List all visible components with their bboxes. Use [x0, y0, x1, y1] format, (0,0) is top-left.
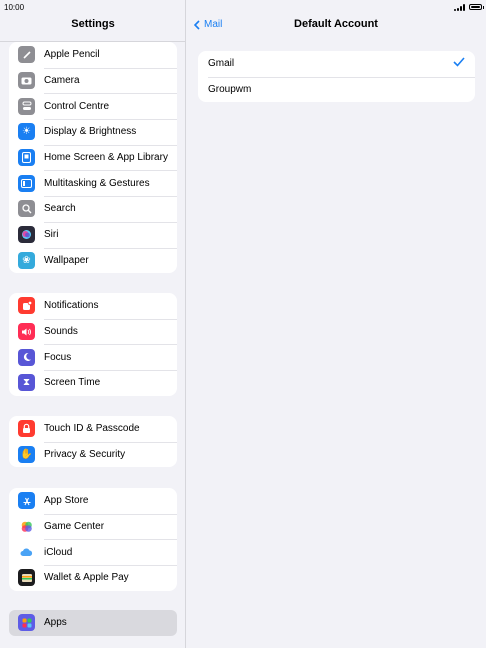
- sidebar-item-camera[interactable]: Camera: [9, 67, 177, 94]
- checkmark-icon: [453, 57, 465, 67]
- account-label: Groupwm: [208, 83, 252, 95]
- bell-icon: [18, 297, 35, 315]
- account-option-groupwm[interactable]: Groupwm: [198, 76, 475, 103]
- sidebar-item-wallet[interactable]: Wallet & Apple Pay: [9, 565, 177, 591]
- sidebar-item-icloud[interactable]: iCloud: [9, 539, 177, 565]
- flower-icon: ❀: [18, 251, 35, 269]
- sidebar-item-focus[interactable]: Focus: [9, 344, 177, 370]
- sidebar-item-game-center[interactable]: Game Center: [9, 513, 177, 540]
- sidebar-item-label: Privacy & Security: [44, 449, 126, 461]
- sidebar-item-label: Apps: [44, 617, 67, 629]
- sidebar-item-label: Home Screen & App Library: [44, 152, 168, 164]
- sidebar-item-notifications[interactable]: Notifications: [9, 293, 177, 319]
- sidebar-item-sounds[interactable]: Sounds: [9, 318, 177, 345]
- sidebar-item-label: iCloud: [44, 546, 73, 558]
- sidebar-item-app-store[interactable]: App Store: [9, 488, 177, 514]
- sidebar-item-label: Apple Pencil: [44, 49, 100, 61]
- status-time: 10:00: [4, 2, 25, 12]
- multitasking-icon: [18, 174, 35, 192]
- wallet-icon: [18, 569, 35, 587]
- status-bar: 10:00: [0, 0, 486, 14]
- settings-group-services: App Store Game Center iCloud Wallet & Ap…: [9, 488, 177, 591]
- game-center-icon: [18, 518, 35, 536]
- lock-icon: [18, 420, 35, 438]
- sun-icon: ☀: [18, 123, 35, 141]
- toggles-icon: [18, 97, 35, 115]
- detail-pane: Mail Default Account Gmail Groupwm: [186, 0, 486, 648]
- sidebar-item-label: Notifications: [44, 300, 99, 312]
- hand-icon: ✋: [18, 446, 35, 464]
- hourglass-icon: ⧗: [18, 374, 35, 392]
- sidebar-item-label: Wallet & Apple Pay: [44, 572, 129, 584]
- sidebar-item-label: Screen Time: [44, 377, 101, 389]
- account-label: Gmail: [208, 58, 235, 70]
- camera-icon: [18, 72, 35, 90]
- sidebar-item-label: Control Centre: [44, 100, 110, 112]
- settings-group-security: Touch ID & Passcode ✋ Privacy & Security: [9, 416, 177, 468]
- sidebar-item-label: Siri: [44, 229, 59, 241]
- sidebar-item-label: Game Center: [44, 521, 105, 533]
- sidebar-item-apple-pencil[interactable]: Apple Pencil: [9, 42, 177, 68]
- sidebar-item-apps[interactable]: Apps: [9, 610, 177, 636]
- sidebar-item-search[interactable]: Search: [9, 196, 177, 222]
- account-option-gmail[interactable]: Gmail: [198, 51, 475, 77]
- sidebar-item-siri[interactable]: Siri: [9, 221, 177, 248]
- sidebar-title: Settings: [71, 18, 115, 30]
- app-store-icon: [18, 492, 35, 510]
- sidebar-item-privacy[interactable]: ✋ Privacy & Security: [9, 441, 177, 468]
- page-title: Default Account: [294, 18, 378, 30]
- sidebar-item-screen-time[interactable]: ⧗ Screen Time: [9, 370, 177, 396]
- signal-icon: [454, 3, 465, 11]
- sidebar-item-home-screen[interactable]: Home Screen & App Library: [9, 144, 177, 171]
- speaker-icon: [18, 323, 35, 341]
- sidebar-item-label: Sounds: [44, 326, 78, 338]
- settings-group-general: Apple Pencil Camera Control Centre ☀ Dis…: [9, 42, 177, 274]
- search-icon: [18, 200, 35, 218]
- sidebar-item-label: Focus: [44, 351, 72, 363]
- sidebar-item-label: Display & Brightness: [44, 126, 137, 138]
- sidebar-item-label: App Store: [44, 495, 89, 507]
- cloud-icon: [18, 543, 35, 561]
- sidebar-item-label: Wallpaper: [44, 254, 89, 266]
- battery-icon: [469, 4, 484, 10]
- sidebar-item-label: Camera: [44, 75, 80, 87]
- sidebar-item-label: Touch ID & Passcode: [44, 423, 140, 435]
- sidebar-item-touch-id[interactable]: Touch ID & Passcode: [9, 416, 177, 442]
- sidebar-item-wallpaper[interactable]: ❀ Wallpaper: [9, 247, 177, 274]
- pencil-icon: [18, 46, 35, 64]
- apps-grid-icon: [18, 614, 35, 632]
- sidebar-item-label: Multitasking & Gestures: [44, 177, 150, 189]
- sidebar-item-label: Search: [44, 203, 76, 215]
- status-indicators: [454, 3, 484, 11]
- settings-group-apps: Apps: [9, 610, 177, 636]
- sidebar-item-multitasking[interactable]: Multitasking & Gestures: [9, 170, 177, 196]
- siri-icon: [18, 226, 35, 244]
- settings-sidebar: Settings Apple Pencil Camera Control Cen…: [0, 0, 186, 648]
- sidebar-item-control-centre[interactable]: Control Centre: [9, 93, 177, 119]
- home-screen-icon: [18, 149, 35, 167]
- settings-group-notifications: Notifications Sounds Focus ⧗ Screen Time: [9, 293, 177, 396]
- moon-icon: [18, 348, 35, 366]
- account-list: Gmail Groupwm: [198, 51, 475, 102]
- sidebar-item-display-brightness[interactable]: ☀ Display & Brightness: [9, 119, 177, 145]
